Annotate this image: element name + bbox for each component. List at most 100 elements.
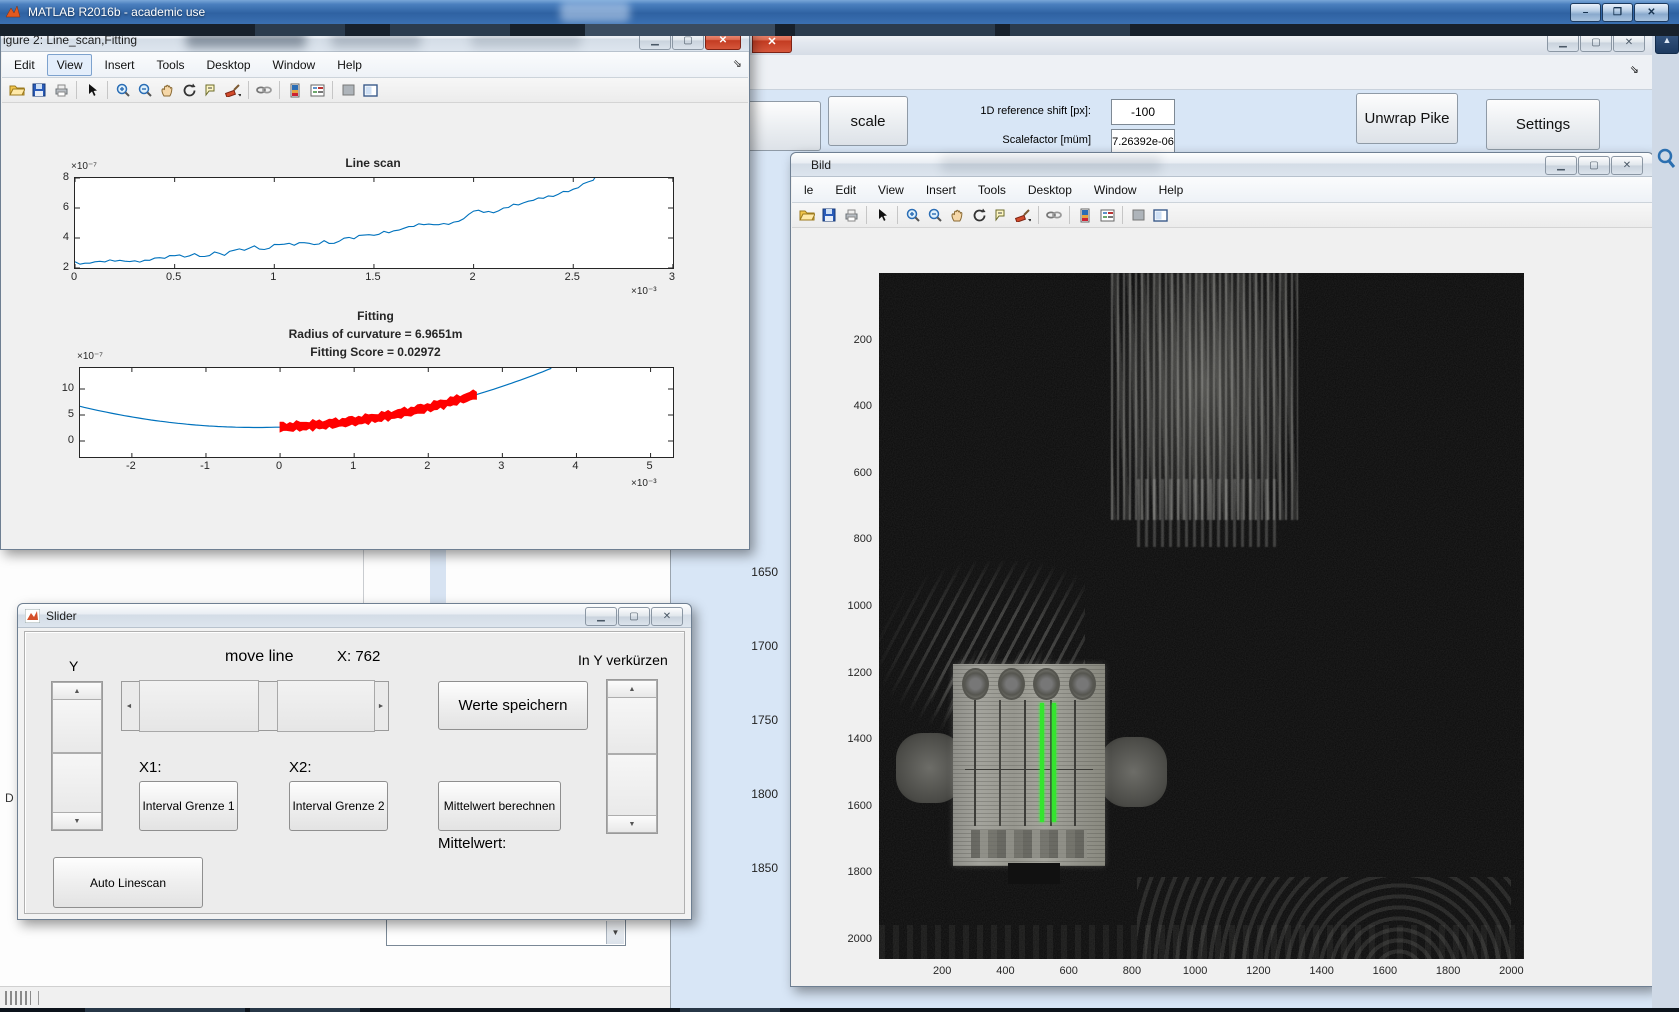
slider-thumb[interactable]: [52, 699, 102, 753]
mittelwert-berechnen-button[interactable]: Mittelwert berechnen: [438, 781, 561, 831]
hide-plot-tools-icon[interactable]: [1128, 205, 1148, 225]
menu-item-desktop[interactable]: Desktop: [197, 54, 261, 76]
fitting-title-line1: Fitting: [79, 309, 672, 323]
background-combobox[interactable]: ▼: [386, 919, 626, 946]
show-plot-tools-icon[interactable]: [360, 80, 380, 100]
menu-item-desktop[interactable]: Desktop: [1018, 179, 1082, 201]
pan-hand-icon[interactable]: [947, 205, 967, 225]
os-restore-button[interactable]: ❐: [1602, 3, 1633, 22]
menu-item-tools[interactable]: Tools: [968, 179, 1016, 201]
slider-up-arrow-icon[interactable]: ▲: [52, 682, 102, 700]
slider-left-arrow-icon[interactable]: ◄: [122, 688, 136, 724]
slider-thumb[interactable]: [139, 680, 259, 732]
insert-legend-icon[interactable]: [307, 80, 327, 100]
bild-y-tick-label: 1200: [848, 667, 872, 679]
menu-item-file-clipped[interactable]: le: [794, 179, 823, 201]
cursor-icon[interactable]: [82, 80, 102, 100]
x-tick-label: -2: [126, 460, 136, 472]
cursor-icon[interactable]: [872, 205, 892, 225]
figure2-corner-arrow-icon[interactable]: ⇘: [733, 57, 742, 70]
menu-item-window[interactable]: Window: [263, 54, 326, 76]
os-titlebar[interactable]: MATLAB R2016b - academic use – ❐ ✕: [0, 0, 1679, 24]
save-icon[interactable]: [819, 205, 839, 225]
matlab-toolstrip-edge: [0, 24, 1679, 36]
rotate-3d-icon[interactable]: [969, 205, 989, 225]
menu-item-view[interactable]: View: [868, 179, 914, 201]
insert-legend-icon[interactable]: [1097, 205, 1117, 225]
bild-x-tick-label: 1200: [1246, 965, 1270, 977]
pan-hand-icon[interactable]: [157, 80, 177, 100]
hide-plot-tools-icon[interactable]: [338, 80, 358, 100]
bild-titlebar[interactable]: Bild ▁ ▢ ✕: [791, 153, 1653, 177]
slider-minimize-button[interactable]: ▁: [585, 607, 617, 626]
insert-colorbar-icon[interactable]: [1075, 205, 1095, 225]
brush-icon[interactable]: [223, 80, 243, 100]
slider-thumb[interactable]: [607, 754, 657, 818]
zoom-in-icon[interactable]: [113, 80, 133, 100]
slider-titlebar[interactable]: Slider ▁ ▢ ✕: [18, 604, 691, 628]
menu-item-window[interactable]: Window: [1084, 179, 1147, 201]
ref-shift-input[interactable]: -100: [1111, 99, 1175, 125]
bild-close-button[interactable]: ✕: [1611, 156, 1643, 175]
zoom-in-icon[interactable]: [903, 205, 923, 225]
zoom-out-icon[interactable]: [925, 205, 945, 225]
settings-button[interactable]: Settings: [1486, 99, 1600, 150]
open-folder-icon[interactable]: [797, 205, 817, 225]
search-icon[interactable]: [1655, 146, 1677, 170]
y-slider[interactable]: ▲ ▼: [51, 681, 103, 831]
slider-down-arrow-icon[interactable]: ▼: [607, 815, 657, 833]
menu-item-tools[interactable]: Tools: [147, 54, 195, 76]
link-plots-icon[interactable]: [254, 80, 274, 100]
print-icon[interactable]: [841, 205, 861, 225]
data-cursor-icon[interactable]: [201, 80, 221, 100]
link-plots-icon[interactable]: [1044, 205, 1064, 225]
menu-item-help[interactable]: Help: [327, 54, 372, 76]
slider-maximize-button[interactable]: ▢: [618, 607, 650, 626]
menu-item-insert[interactable]: Insert: [94, 54, 144, 76]
slider-down-arrow-icon[interactable]: ▼: [52, 812, 102, 830]
menu-item-edit[interactable]: Edit: [4, 54, 45, 76]
slider-thumb[interactable]: [277, 680, 375, 732]
os-minimize-button[interactable]: –: [1570, 3, 1601, 22]
move-line-slider[interactable]: ◄ ►: [121, 681, 389, 731]
resize-grip-icon[interactable]: [5, 991, 31, 1005]
menu-item-edit[interactable]: Edit: [825, 179, 866, 201]
slider-close-button[interactable]: ✕: [651, 607, 683, 626]
auto-linescan-button[interactable]: Auto Linescan: [53, 857, 203, 908]
brush-icon[interactable]: [1013, 205, 1033, 225]
unnamed-partial-button[interactable]: [741, 101, 821, 151]
gui-axis-label: 1800: [718, 787, 778, 801]
bild-y-tick-label: 1400: [848, 733, 872, 745]
werte-speichern-button[interactable]: Werte speichern: [438, 681, 588, 730]
x-tick-label: 1: [270, 271, 276, 283]
chevron-down-icon[interactable]: ▼: [606, 921, 624, 944]
slider-right-arrow-icon[interactable]: ►: [374, 688, 388, 724]
scale-button[interactable]: scale: [828, 96, 908, 146]
bild-maximize-button[interactable]: ▢: [1578, 156, 1610, 175]
os-close-button[interactable]: ✕: [1634, 3, 1669, 22]
menu-item-insert[interactable]: Insert: [916, 179, 966, 201]
zoom-out-icon[interactable]: [135, 80, 155, 100]
save-icon[interactable]: [29, 80, 49, 100]
open-folder-icon[interactable]: [7, 80, 27, 100]
figure2-toolbar: [2, 78, 748, 103]
rotate-3d-icon[interactable]: [179, 80, 199, 100]
x-tick-label: 5: [647, 460, 653, 472]
slider-up-arrow-icon[interactable]: ▲: [607, 680, 657, 698]
slider-thumb[interactable]: [607, 697, 657, 754]
show-plot-tools-icon[interactable]: [1150, 205, 1170, 225]
data-cursor-icon[interactable]: [991, 205, 1011, 225]
bild-minimize-button[interactable]: ▁: [1545, 156, 1577, 175]
gui-corner-arrow-icon[interactable]: ⇘: [1630, 63, 1639, 76]
interval-grenze-1-button[interactable]: Interval Grenze 1: [139, 781, 238, 831]
slider-thumb[interactable]: [52, 753, 102, 814]
y-tick-label: 10: [62, 382, 74, 394]
insert-colorbar-icon[interactable]: [285, 80, 305, 100]
in-y-slider[interactable]: ▲ ▼: [606, 679, 658, 834]
menu-item-view[interactable]: View: [47, 54, 93, 76]
slider-window: Slider ▁ ▢ ✕ Y move line X: 762 In Y ver…: [17, 603, 692, 920]
unwrap-pike-button[interactable]: Unwrap Pike: [1356, 93, 1458, 144]
print-icon[interactable]: [51, 80, 71, 100]
menu-item-help[interactable]: Help: [1149, 179, 1194, 201]
interval-grenze-2-button[interactable]: Interval Grenze 2: [289, 781, 388, 831]
